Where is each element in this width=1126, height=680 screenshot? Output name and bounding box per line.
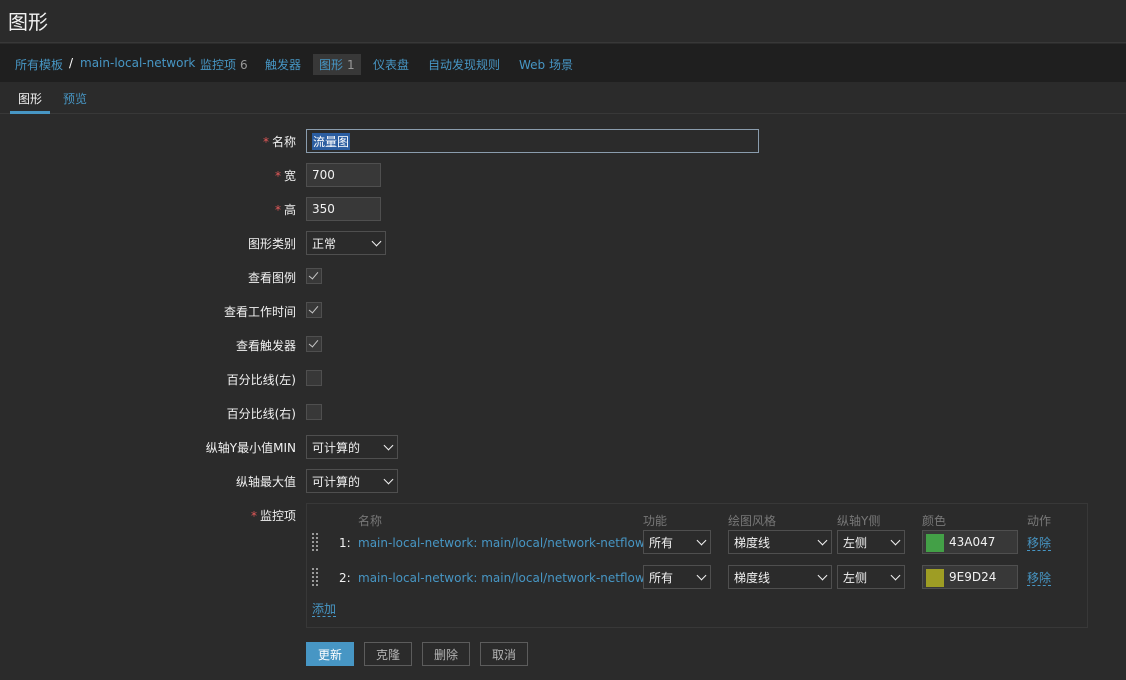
percentile-right-checkbox[interactable] — [306, 404, 322, 420]
header-action: 动作 — [1027, 514, 1052, 528]
breadcrumb-items-count: 6 — [240, 58, 248, 72]
chevron-down-icon — [890, 535, 901, 545]
page-title: 图形 — [8, 10, 48, 34]
add-item-button[interactable]: 添加 — [312, 602, 337, 617]
ymax-select[interactable]: 可计算的 — [306, 469, 398, 493]
breadcrumb-separator: / — [69, 56, 74, 70]
delete-button[interactable]: 删除 — [422, 642, 470, 666]
width-input[interactable]: 700 — [306, 163, 381, 187]
color-hex: 43A047 — [949, 535, 996, 549]
breadcrumb-graphs-label: 图形 — [319, 58, 344, 72]
percentile-right-label: 百分比线(右) — [226, 407, 296, 421]
header-y-axis: 纵轴Y侧 — [837, 514, 881, 528]
color-hex: 9E9D24 — [949, 570, 997, 584]
graph-type-select[interactable]: 正常 — [306, 231, 386, 255]
chevron-down-icon — [371, 236, 382, 246]
breadcrumb: 所有模板 / main-local-network 监控项 6 触发器 图形 1 仪… — [0, 44, 1126, 82]
item-number: 2: — [339, 571, 351, 585]
drag-handle-icon[interactable] — [312, 533, 320, 551]
item-function-select[interactable]: 所有 — [643, 530, 711, 554]
page-header: 图形 — [0, 0, 1126, 43]
item-y-axis-select[interactable]: 左侧 — [837, 530, 905, 554]
clone-button[interactable]: 克隆 — [364, 642, 412, 666]
tab-graph[interactable]: 图形 — [10, 90, 51, 114]
name-label: * 名称 — [262, 135, 296, 149]
graph-type-label: 图形类别 — [247, 237, 296, 251]
width-label: * 宽 — [274, 169, 296, 183]
show-legend-checkbox[interactable] — [306, 268, 322, 284]
remove-item-button[interactable]: 移除 — [1027, 536, 1052, 551]
breadcrumb-graphs-count: 1 — [347, 58, 355, 72]
items-label: * 监控项 — [250, 509, 296, 523]
remove-item-button[interactable]: 移除 — [1027, 571, 1052, 586]
breadcrumb-all-templates[interactable]: 所有模板 — [15, 56, 63, 73]
chevron-down-icon — [696, 535, 707, 545]
header-function: 功能 — [643, 514, 668, 528]
show-working-time-label: 查看工作时间 — [223, 305, 296, 319]
item-color-field[interactable]: 9E9D24 — [922, 565, 1018, 589]
breadcrumb-items-label: 监控项 — [200, 58, 237, 72]
item-y-axis-select[interactable]: 左侧 — [837, 565, 905, 589]
breadcrumb-graphs[interactable]: 图形 1 — [313, 54, 361, 75]
chevron-down-icon — [383, 440, 394, 450]
ymin-select[interactable]: 可计算的 — [306, 435, 398, 459]
ymin-label: 纵轴Y最小值MIN — [205, 441, 296, 455]
breadcrumb-discovery-rules[interactable]: 自动发现规则 — [428, 56, 500, 73]
item-draw-style-select[interactable]: 梯度线 — [728, 530, 832, 554]
chevron-down-icon — [817, 535, 828, 545]
tab-preview[interactable]: 预览 — [63, 90, 87, 107]
graph-items-table: 名称 功能 绘图风格 纵轴Y侧 颜色 动作 1: main-local-netw… — [306, 503, 1088, 628]
show-triggers-checkbox[interactable] — [306, 336, 322, 352]
item-name-link[interactable]: main-local-network: main/local/network-n… — [358, 536, 669, 550]
header-color: 颜色 — [922, 514, 947, 528]
name-input[interactable]: 流量图 — [306, 129, 759, 153]
breadcrumb-triggers[interactable]: 触发器 — [265, 56, 301, 73]
chevron-down-icon — [817, 570, 828, 580]
item-color-field[interactable]: 43A047 — [922, 530, 1018, 554]
breadcrumb-web-scenarios[interactable]: Web 场景 — [519, 56, 573, 73]
breadcrumb-dashboards[interactable]: 仪表盘 — [373, 56, 409, 73]
tab-bar: 图形 预览 — [0, 82, 1126, 114]
update-button[interactable]: 更新 — [306, 642, 354, 666]
breadcrumb-template[interactable]: main-local-network — [80, 56, 195, 70]
show-triggers-label: 查看触发器 — [235, 339, 296, 353]
percentile-left-checkbox[interactable] — [306, 370, 322, 386]
graph-form: * 名称 流量图 * 宽 700 * 高 350 图形类别 正常 查看图例 查看工作时… — [9, 115, 1126, 680]
header-draw-style: 绘图风格 — [728, 514, 777, 528]
color-swatch[interactable] — [926, 534, 944, 552]
chevron-down-icon — [890, 570, 901, 580]
item-function-select[interactable]: 所有 — [643, 565, 711, 589]
item-draw-style-select[interactable]: 梯度线 — [728, 565, 832, 589]
show-legend-label: 查看图例 — [247, 271, 296, 285]
cancel-button[interactable]: 取消 — [480, 642, 528, 666]
item-number: 1: — [339, 536, 351, 550]
drag-handle-icon[interactable] — [312, 568, 320, 586]
color-swatch[interactable] — [926, 569, 944, 587]
height-label: * 高 — [274, 203, 296, 217]
percentile-left-label: 百分比线(左) — [226, 373, 296, 387]
height-input[interactable]: 350 — [306, 197, 381, 221]
breadcrumb-items[interactable]: 监控项 6 — [200, 56, 248, 73]
ymax-label: 纵轴最大值 — [235, 475, 296, 489]
show-working-time-checkbox[interactable] — [306, 302, 322, 318]
chevron-down-icon — [383, 474, 394, 484]
item-name-link[interactable]: main-local-network: main/local/network-n… — [358, 571, 660, 585]
header-name: 名称 — [358, 514, 383, 528]
chevron-down-icon — [696, 570, 707, 580]
